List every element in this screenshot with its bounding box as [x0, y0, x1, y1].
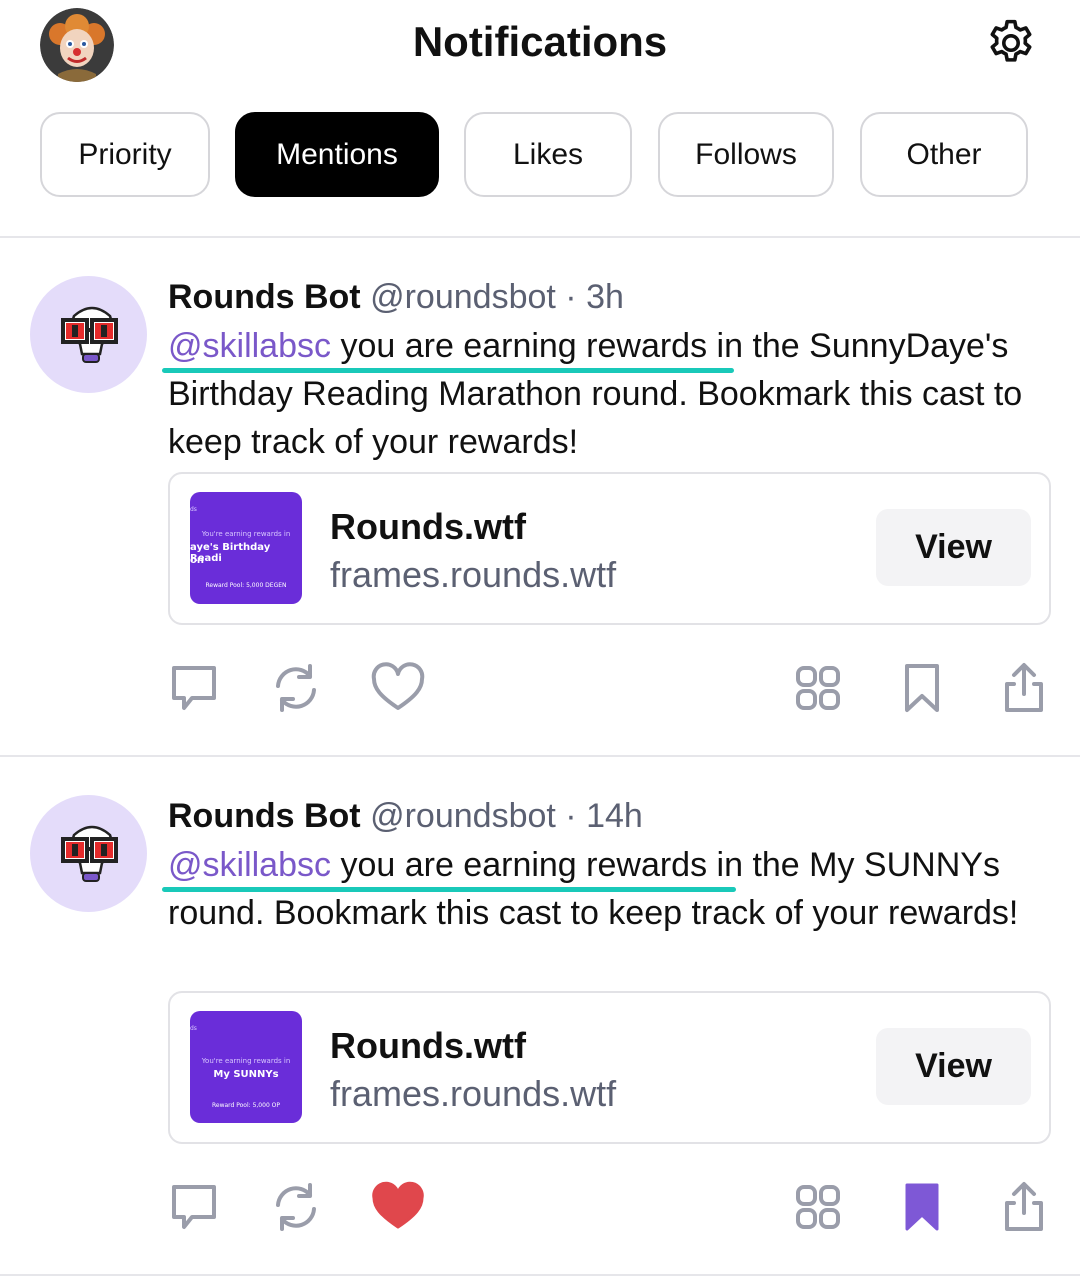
post-text-line1: you are earning rewards in the My SUNNYs — [331, 846, 1000, 884]
view-button[interactable]: View — [876, 1028, 1031, 1105]
notification-post[interactable]: Rounds Bot @roundsbot · 14h @skillabsc y… — [0, 757, 1080, 1274]
card-title: Rounds.wtf — [330, 506, 526, 547]
like-heart-icon[interactable] — [370, 660, 426, 716]
gear-icon[interactable] — [984, 16, 1038, 70]
author-name[interactable]: Rounds Bot — [168, 797, 361, 835]
rounds-bot-avatar[interactable] — [30, 276, 147, 393]
thumb-pool: Reward Pool: 5,000 DEGEN — [205, 582, 287, 589]
frame-thumbnail: ds You're earning rewards in My SUNNYs R… — [190, 1011, 302, 1123]
card-url: frames.rounds.wtf — [330, 1073, 617, 1114]
post-meta: Rounds Bot @roundsbot · 14h — [168, 797, 643, 836]
page-title: Notifications — [412, 18, 668, 65]
post-text-line1: you are earning rewards in the SunnyDaye… — [331, 327, 1009, 365]
recast-icon[interactable] — [268, 660, 324, 716]
post-text-rest: round. Bookmark this cast to keep track … — [168, 894, 1019, 932]
post-meta: Rounds Bot @roundsbot · 3h — [168, 278, 624, 317]
highlight-underline — [162, 368, 734, 373]
thumb-title: My SUNNYs — [213, 1069, 279, 1080]
thumb-label: ds — [190, 506, 197, 513]
card-title: Rounds.wtf — [330, 1025, 526, 1066]
recast-icon[interactable] — [268, 1179, 324, 1235]
header: Notifications — [0, 0, 1080, 100]
tab-other[interactable]: Other — [860, 112, 1028, 197]
thumb-label: ds — [190, 1025, 197, 1032]
notification-post[interactable]: Rounds Bot @roundsbot · 3h @skillabsc yo… — [0, 238, 1080, 755]
mention-link[interactable]: @skillabsc — [168, 846, 331, 884]
mention-link[interactable]: @skillabsc — [168, 327, 331, 365]
share-icon[interactable] — [996, 660, 1052, 716]
thumb-pool: Reward Pool: 5,000 OP — [211, 1102, 281, 1109]
reply-icon[interactable] — [166, 660, 222, 716]
post-time: 14h — [586, 797, 643, 835]
bookmark-icon[interactable] — [894, 660, 950, 716]
frame-card[interactable]: ds You're earning rewards in aye's Birth… — [168, 472, 1051, 625]
share-icon[interactable] — [996, 1179, 1052, 1235]
meta-separator: · — [565, 278, 577, 316]
card-url: frames.rounds.wtf — [330, 554, 617, 595]
rounds-bot-glasses-icon — [61, 825, 118, 882]
author-name[interactable]: Rounds Bot — [168, 278, 361, 316]
tab-mentions[interactable]: Mentions — [235, 112, 439, 197]
rounds-bot-avatar[interactable] — [30, 795, 147, 912]
post-text: @skillabsc you are earning rewards in th… — [168, 322, 1058, 466]
tab-priority[interactable]: Priority — [40, 112, 210, 197]
apps-grid-icon[interactable] — [790, 660, 846, 716]
bookmark-filled-icon[interactable] — [894, 1179, 950, 1235]
meta-separator: · — [565, 797, 577, 835]
author-handle[interactable]: @roundsbot — [370, 278, 556, 316]
reply-icon[interactable] — [166, 1179, 222, 1235]
thumb-subtitle: You're earning rewards in — [201, 530, 291, 538]
post-time: 3h — [586, 278, 624, 316]
highlight-underline — [162, 887, 736, 892]
like-heart-filled-icon[interactable] — [370, 1179, 426, 1235]
post-text-rest: Birthday Reading Marathon round. Bookmar… — [168, 375, 1023, 461]
author-handle[interactable]: @roundsbot — [370, 797, 556, 835]
rounds-bot-glasses-icon — [61, 306, 118, 363]
frame-thumbnail: ds You're earning rewards in aye's Birth… — [190, 492, 302, 604]
notification-tabs: Priority Mentions Likes Follows Other — [0, 112, 1080, 198]
view-button[interactable]: View — [876, 509, 1031, 586]
tab-follows[interactable]: Follows — [658, 112, 834, 197]
apps-grid-icon[interactable] — [790, 1179, 846, 1235]
tab-likes[interactable]: Likes — [464, 112, 632, 197]
thumb-title-2: on — [190, 555, 204, 566]
frame-card[interactable]: ds You're earning rewards in My SUNNYs R… — [168, 991, 1051, 1144]
thumb-subtitle: You're earning rewards in — [201, 1057, 291, 1065]
